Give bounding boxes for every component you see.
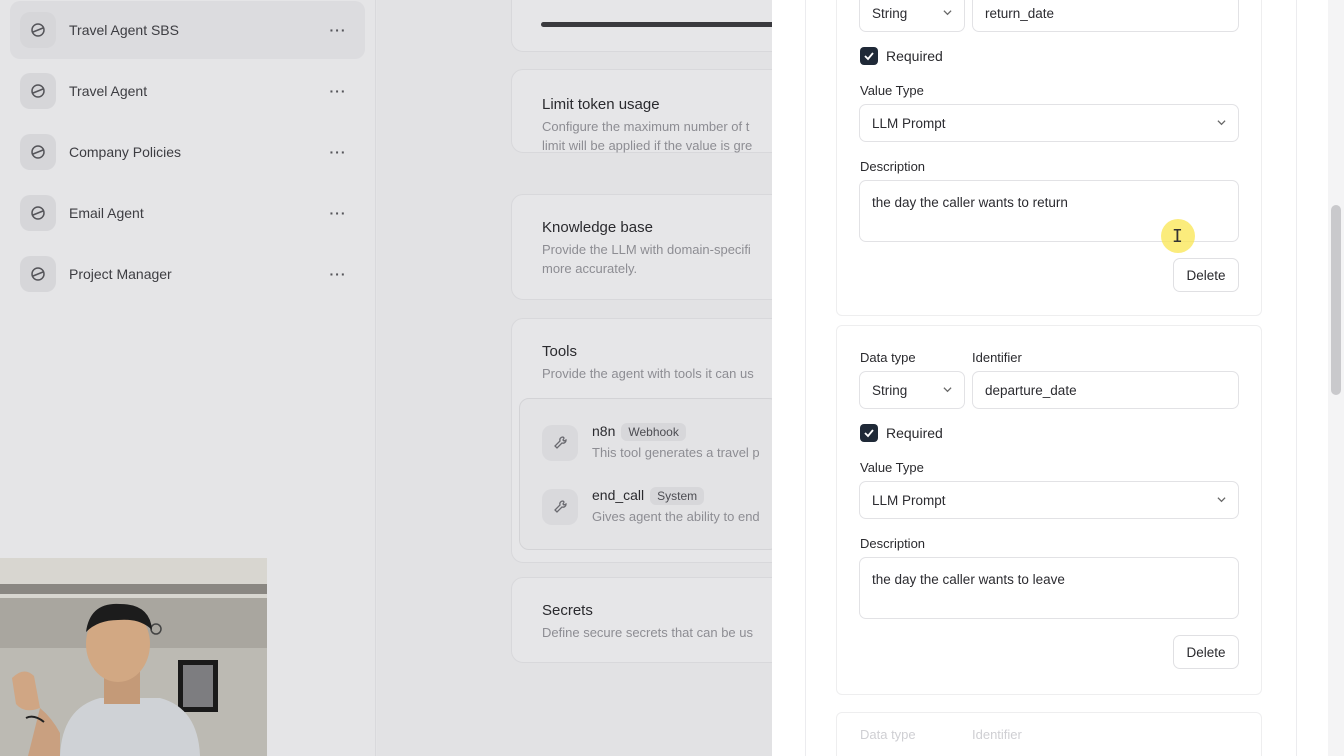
tool-item-end-call[interactable]: end_call System Gives agent the ability t… (542, 487, 760, 525)
sidebar-item-label: Travel Agent SBS (69, 22, 179, 38)
sidebar-item-label: Email Agent (69, 205, 144, 221)
data-type-label: Data type (860, 350, 916, 365)
tool-desc: This tool generates a travel p (592, 445, 760, 460)
sidebar-item-project-manager[interactable]: Project Manager ··· (10, 245, 365, 303)
agent-settings-column: Limit token usage Configure the maximum … (377, 0, 772, 756)
limit-token-desc-1: Configure the maximum number of t (542, 119, 750, 134)
tool-badge: Webhook (621, 423, 686, 441)
identifier-label: Identifier (972, 727, 1022, 742)
tools-title: Tools (542, 343, 578, 360)
chevron-down-icon (1217, 497, 1226, 503)
value-type-label: Value Type (860, 460, 924, 475)
scrollbar-thumb[interactable] (1331, 205, 1341, 395)
required-checkbox[interactable] (860, 47, 878, 65)
secrets-card[interactable]: Secrets Define secure secrets that can b… (511, 577, 772, 663)
required-checkbox[interactable] (860, 424, 878, 442)
tools-desc: Provide the agent with tools it can us (542, 366, 754, 381)
data-type-select[interactable]: String (859, 371, 965, 409)
more-options-icon[interactable]: ··· (323, 22, 353, 38)
agent-icon (20, 256, 56, 292)
value-type-select[interactable]: LLM Prompt (859, 481, 1239, 519)
tool-config-panel: String return_date Required Value Type L… (772, 0, 1344, 756)
tools-list: n8n Webhook This tool generates a travel … (519, 398, 772, 550)
identifier-label: Identifier (972, 350, 1022, 365)
check-icon (864, 52, 874, 61)
value-type-value: LLM Prompt (872, 115, 946, 131)
secrets-title: Secrets (542, 602, 593, 619)
data-type-value: String (872, 382, 908, 398)
data-type-label: Data type (860, 727, 916, 742)
chevron-down-icon (943, 387, 952, 393)
knowledge-base-desc-2: more accurately. (542, 261, 638, 276)
sidebar-item-label: Project Manager (69, 266, 172, 282)
limit-token-desc-2: limit will be applied if the value is gr… (542, 138, 753, 153)
delete-button[interactable]: Delete (1173, 635, 1239, 669)
progress-bar (541, 22, 772, 27)
required-label: Required (886, 48, 943, 64)
knowledge-base-title: Knowledge base (542, 219, 653, 236)
tool-name: n8n (592, 423, 616, 439)
description-textarea[interactable]: the day the caller wants to leave (859, 557, 1239, 619)
check-icon (864, 429, 874, 438)
sidebar-item-label: Company Policies (69, 144, 182, 160)
agent-icon (20, 134, 56, 170)
knowledge-base-desc-1: Provide the LLM with domain-specifi (542, 242, 751, 257)
text-cursor-icon: I (1172, 226, 1183, 247)
identifier-value: departure_date (985, 382, 1077, 398)
identifier-input[interactable]: departure_date (972, 371, 1239, 409)
data-type-select[interactable]: String (859, 0, 965, 32)
progress-fill (541, 22, 772, 27)
webcam-overlay (0, 558, 267, 756)
more-options-icon[interactable]: ··· (323, 205, 353, 221)
panel-scrollbar[interactable] (1328, 0, 1344, 756)
value-type-value: LLM Prompt (872, 492, 946, 508)
more-options-icon[interactable]: ··· (323, 83, 353, 99)
agent-icon (20, 195, 56, 231)
identifier-value: return_date (985, 5, 1055, 21)
agent-icon (20, 12, 56, 48)
value-type-label: Value Type (860, 83, 924, 98)
sidebar-item-label: Travel Agent (69, 83, 148, 99)
sidebar-item-travel-agent-sbs[interactable]: Travel Agent SBS ··· (10, 1, 365, 59)
sidebar-item-email-agent[interactable]: Email Agent ··· (10, 184, 365, 242)
wrench-icon (542, 425, 578, 461)
tool-name: end_call (592, 487, 645, 503)
tool-badge: System (650, 487, 705, 505)
more-options-icon[interactable]: ··· (323, 266, 353, 282)
more-options-icon[interactable]: ··· (323, 144, 353, 160)
identifier-input[interactable]: return_date (972, 0, 1239, 32)
tool-desc: Gives agent the ability to end (592, 509, 760, 524)
limit-token-title: Limit token usage (542, 96, 660, 113)
chevron-down-icon (943, 10, 952, 16)
description-label: Description (860, 536, 926, 551)
wrench-icon (542, 489, 578, 525)
agent-icon (20, 73, 56, 109)
description-label: Description (860, 159, 926, 174)
data-type-value: String (872, 5, 908, 21)
delete-button[interactable]: Delete (1173, 258, 1239, 292)
required-label: Required (886, 425, 943, 441)
chevron-down-icon (1217, 120, 1226, 126)
limit-token-card[interactable]: Limit token usage Configure the maximum … (511, 69, 772, 153)
tool-item-n8n[interactable]: n8n Webhook This tool generates a travel … (542, 423, 760, 461)
secrets-desc: Define secure secrets that can be us (542, 625, 754, 640)
sidebar-item-travel-agent[interactable]: Travel Agent ··· (10, 62, 365, 120)
knowledge-base-card[interactable]: Knowledge base Provide the LLM with doma… (511, 194, 772, 300)
value-type-select[interactable]: LLM Prompt (859, 104, 1239, 142)
presenter-video-image (0, 558, 267, 756)
sidebar-item-company-policies[interactable]: Company Policies ··· (10, 123, 365, 181)
